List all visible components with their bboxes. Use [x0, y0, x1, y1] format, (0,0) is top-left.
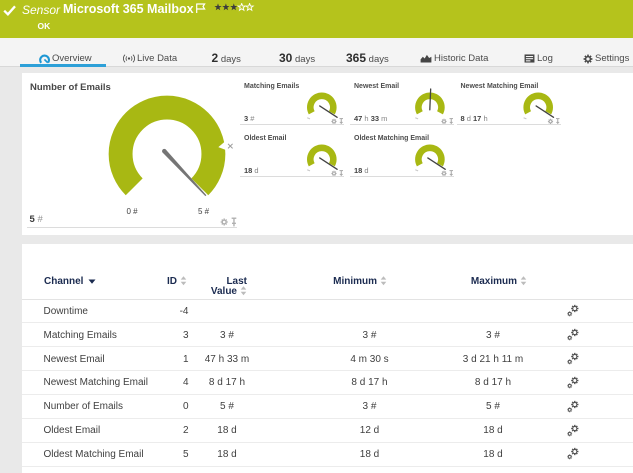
svg-text:5 #: 5 # [198, 207, 210, 216]
svg-text:0 #: 0 # [126, 207, 138, 216]
